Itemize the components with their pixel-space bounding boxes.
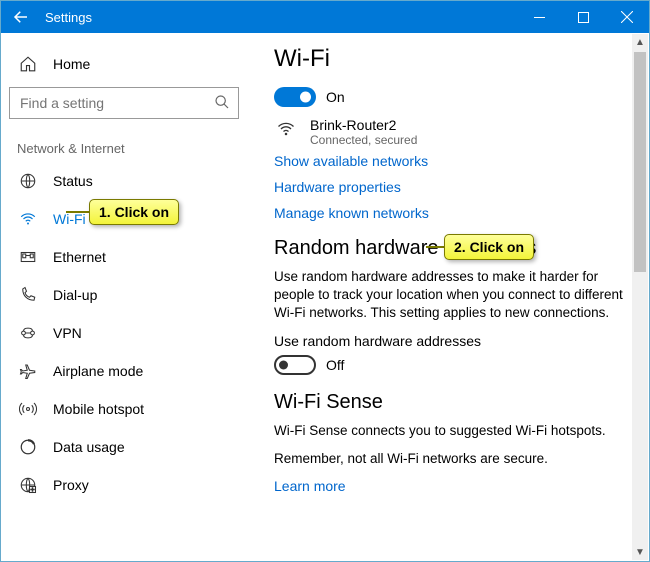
link-hardware-properties[interactable]: Hardware properties	[274, 179, 631, 195]
callout-2: 2. Click on	[444, 234, 534, 260]
sidebar: Home Network & Internet Status	[1, 33, 256, 561]
body: Home Network & Internet Status	[1, 33, 649, 561]
wifi-toggle-row: On	[274, 87, 631, 107]
close-icon	[621, 11, 633, 23]
random-hw-toggle-row: Off	[274, 355, 631, 375]
callout-2-line	[426, 246, 444, 248]
wifi-sense-heading: Wi-Fi Sense	[274, 391, 631, 414]
sidebar-item-airplane[interactable]: Airplane mode	[9, 352, 248, 390]
search-icon	[214, 94, 232, 113]
arrow-left-icon	[12, 8, 30, 26]
link-manage-known-networks[interactable]: Manage known networks	[274, 205, 631, 221]
toggle-knob	[300, 92, 311, 103]
current-network[interactable]: Brink-Router2 Connected, secured	[274, 117, 631, 147]
toggle-knob	[279, 360, 288, 369]
random-hw-setting-label: Use random hardware addresses	[274, 333, 631, 349]
search-box[interactable]	[9, 87, 239, 119]
random-hw-toggle[interactable]	[274, 355, 316, 375]
scrollbar[interactable]: ▲ ▼	[632, 34, 648, 560]
sidebar-item-label: Data usage	[53, 439, 125, 455]
search-wrap	[9, 87, 248, 119]
callout-1: 1. Click on	[89, 199, 179, 225]
random-hw-desc: Use random hardware addresses to make it…	[274, 268, 631, 323]
scroll-thumb[interactable]	[634, 52, 646, 272]
sidebar-item-hotspot[interactable]: Mobile hotspot	[9, 390, 248, 428]
callout-1-line	[66, 211, 91, 213]
sidebar-item-label: Ethernet	[53, 249, 106, 265]
home-icon	[17, 55, 39, 73]
minimize-icon	[534, 12, 545, 23]
wifi-signal-icon	[274, 117, 304, 144]
wifi-sense-desc1: Wi-Fi Sense connects you to suggested Wi…	[274, 422, 631, 440]
random-hw-toggle-label: Off	[326, 357, 344, 373]
sidebar-item-label: Dial-up	[53, 287, 97, 303]
wifi-icon	[17, 210, 39, 228]
sidebar-section-label: Network & Internet	[17, 141, 248, 156]
close-button[interactable]	[605, 1, 649, 33]
wifi-toggle-label: On	[326, 89, 345, 105]
globe-icon	[17, 172, 39, 190]
network-status: Connected, secured	[310, 133, 417, 147]
settings-window: Settings Home	[0, 0, 650, 562]
sidebar-item-label: Airplane mode	[53, 363, 143, 379]
sidebar-item-label: VPN	[53, 325, 82, 341]
maximize-icon	[578, 12, 589, 23]
back-button[interactable]	[1, 1, 41, 33]
scroll-up-arrow[interactable]: ▲	[632, 34, 648, 50]
content-pane: Wi-Fi On Brink-Router2 Connected, secure…	[256, 33, 649, 561]
sidebar-item-proxy[interactable]: Proxy	[9, 466, 248, 504]
network-name: Brink-Router2	[310, 117, 417, 133]
data-usage-icon	[17, 438, 39, 456]
scroll-down-arrow[interactable]: ▼	[632, 544, 648, 560]
proxy-icon	[17, 476, 39, 494]
sidebar-home-label: Home	[53, 56, 90, 72]
search-input[interactable]	[18, 94, 214, 112]
ethernet-icon	[17, 248, 39, 266]
phone-icon	[17, 286, 39, 304]
sidebar-item-label: Wi-Fi	[53, 211, 86, 227]
link-show-networks[interactable]: Show available networks	[274, 153, 631, 169]
minimize-button[interactable]	[517, 1, 561, 33]
link-learn-more[interactable]: Learn more	[274, 478, 631, 494]
sidebar-home[interactable]: Home	[9, 45, 248, 83]
window-title: Settings	[41, 10, 92, 25]
sidebar-item-label: Proxy	[53, 477, 89, 493]
sidebar-item-datausage[interactable]: Data usage	[9, 428, 248, 466]
sidebar-item-ethernet[interactable]: Ethernet	[9, 238, 248, 276]
hotspot-icon	[17, 400, 39, 418]
wifi-sense-desc2: Remember, not all Wi-Fi networks are sec…	[274, 450, 631, 468]
page-heading: Wi-Fi	[274, 45, 631, 73]
titlebar: Settings	[1, 1, 649, 33]
sidebar-item-dialup[interactable]: Dial-up	[9, 276, 248, 314]
maximize-button[interactable]	[561, 1, 605, 33]
sidebar-item-vpn[interactable]: VPN	[9, 314, 248, 352]
vpn-icon	[17, 324, 39, 342]
sidebar-item-label: Mobile hotspot	[53, 401, 144, 417]
wifi-toggle[interactable]	[274, 87, 316, 107]
sidebar-item-label: Status	[53, 173, 93, 189]
sidebar-item-status[interactable]: Status	[9, 162, 248, 200]
airplane-icon	[17, 362, 39, 380]
